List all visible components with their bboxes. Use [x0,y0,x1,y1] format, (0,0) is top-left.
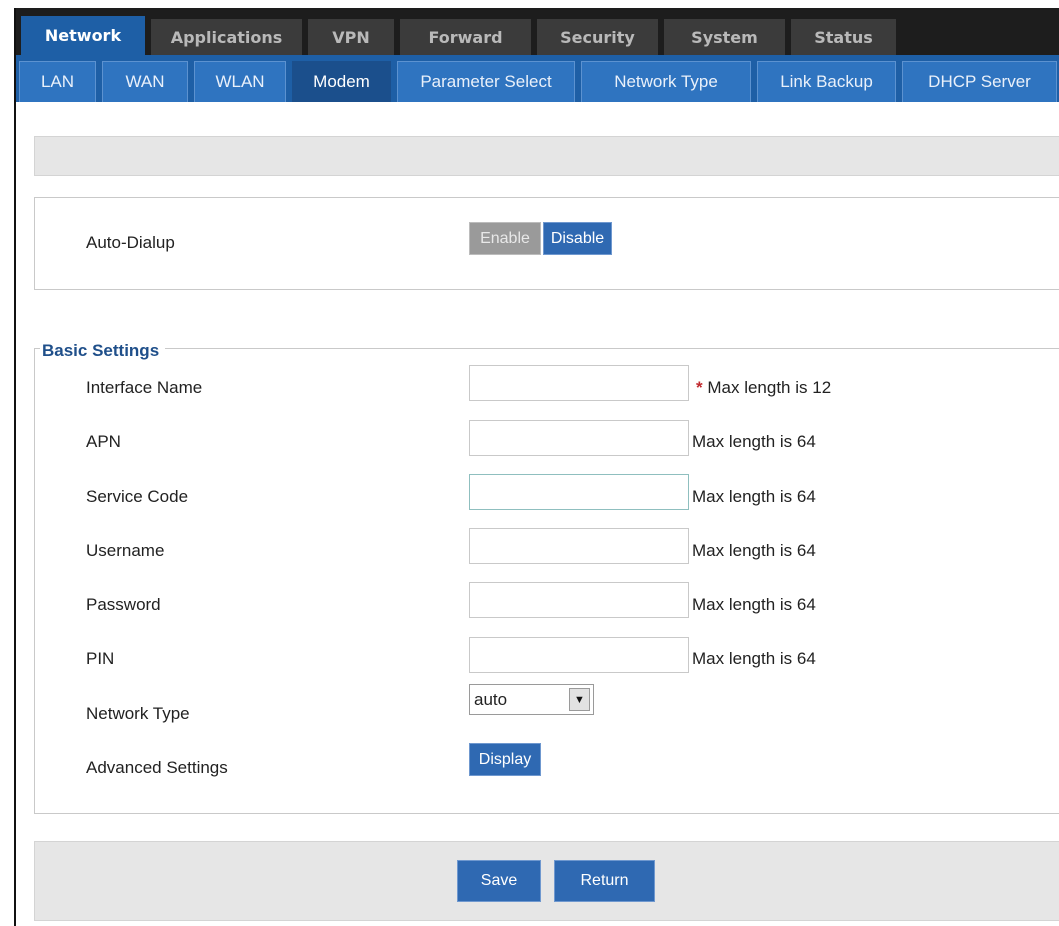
sub-nav-bar: LAN WAN WLAN Modem Parameter Select Netw… [16,55,1059,102]
pin-hint: Max length is 64 [692,649,816,668]
basic-settings-fieldset [34,348,1059,814]
section-header-bar [34,136,1059,176]
password-hint: Max length is 64 [692,595,816,614]
subtab-wan[interactable]: WAN [102,61,188,102]
service-code-label: Service Code [86,487,189,506]
interface-name-field[interactable] [469,365,689,401]
service-code-field[interactable] [469,474,689,510]
apn-label: APN [86,432,121,451]
required-mark: * [696,378,703,397]
return-button[interactable]: Return [554,860,655,902]
network-type-label: Network Type [86,704,190,723]
subtab-modem[interactable]: Modem [292,61,391,102]
chevron-down-icon[interactable]: ▼ [569,688,590,711]
username-field[interactable] [469,528,689,564]
subtab-link-backup[interactable]: Link Backup [757,61,896,102]
enable-button[interactable]: Enable [469,222,541,255]
interface-name-hint: Max length is 12 [707,378,832,397]
pin-label: PIN [86,649,115,668]
password-label: Password [86,595,161,614]
top-nav-bar: Network Applications VPN Forward Securit… [16,8,1059,55]
subtab-dhcp-server[interactable]: DHCP Server [902,61,1057,102]
tab-network[interactable]: Network [21,16,145,55]
network-type-value: auto [474,689,508,709]
subtab-lan[interactable]: LAN [19,61,96,102]
tab-forward[interactable]: Forward [400,19,531,55]
pin-field[interactable] [469,637,689,673]
advanced-settings-label: Advanced Settings [86,758,228,777]
auto-dialup-label: Auto-Dialup [86,233,175,252]
save-button[interactable]: Save [457,860,541,902]
network-type-select[interactable]: auto ▼ [469,684,594,715]
subtab-parameter-select[interactable]: Parameter Select [397,61,575,102]
service-code-hint: Max length is 64 [692,487,816,506]
apn-field[interactable] [469,420,689,456]
tab-applications[interactable]: Applications [151,19,302,55]
subtab-wlan[interactable]: WLAN [194,61,286,102]
username-label: Username [86,541,165,560]
display-button[interactable]: Display [469,743,541,776]
basic-settings-legend: Basic Settings [40,341,166,361]
tab-vpn[interactable]: VPN [308,19,394,55]
subtab-network-type[interactable]: Network Type [581,61,751,102]
interface-name-hint-row: * Max length is 12 [696,378,831,398]
footer-bar [34,841,1059,921]
password-field[interactable] [469,582,689,618]
interface-name-label: Interface Name [86,378,203,397]
disable-button[interactable]: Disable [543,222,612,255]
router-config-page: Network Applications VPN Forward Securit… [14,8,1059,926]
username-hint: Max length is 64 [692,541,816,560]
tab-system[interactable]: System [664,19,785,55]
tab-status[interactable]: Status [791,19,896,55]
apn-hint: Max length is 64 [692,432,816,451]
tab-security[interactable]: Security [537,19,658,55]
